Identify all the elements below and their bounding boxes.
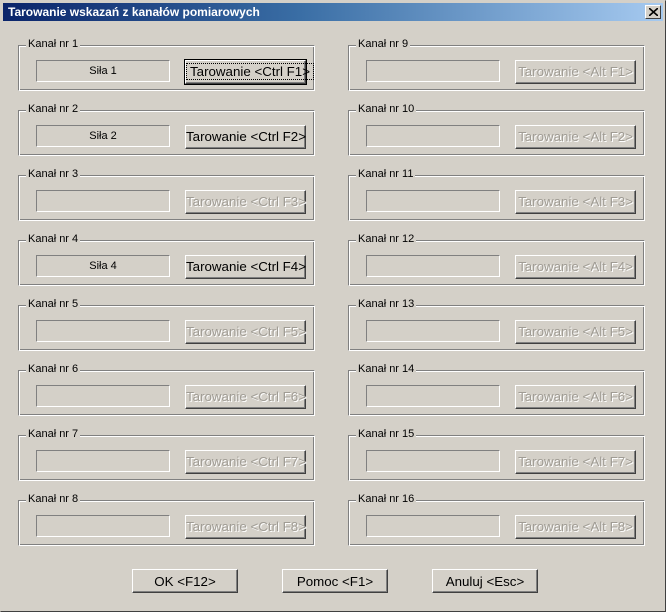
tare-button: Tarowanie <Ctrl F3> — [185, 190, 306, 214]
channel-label: Kanał nr 12 — [356, 233, 417, 245]
tare-button: Tarowanie <Alt F8> — [515, 515, 636, 539]
tare-button-label: Tarowanie <Alt F8> — [518, 519, 633, 534]
channel-label: Kanał nr 4 — [26, 233, 81, 245]
channel-label: Kanał nr 5 — [26, 298, 81, 310]
tare-button: Tarowanie <Ctrl F7> — [185, 450, 306, 474]
channel-value-field — [366, 320, 500, 342]
help-button[interactable]: Pomoc <F1> — [282, 569, 388, 593]
tare-button: Tarowanie <Alt F2> — [515, 125, 636, 149]
tare-button-label: Tarowanie <Alt F5> — [518, 324, 633, 339]
channel-label: Kanał nr 14 — [356, 363, 417, 375]
tare-button[interactable]: Tarowanie <Ctrl F2> — [185, 125, 306, 149]
dialog-window: Tarowanie wskazań z kanałów pomiarowych … — [0, 0, 666, 612]
tare-button[interactable]: Tarowanie <Ctrl F4> — [185, 255, 306, 279]
channel-value-field: Siła 4 — [36, 255, 170, 277]
channel-value-field — [366, 255, 500, 277]
tare-button[interactable]: Tarowanie <Ctrl F1> — [184, 59, 315, 85]
channel-label: Kanał nr 9 — [356, 38, 411, 50]
channel-label: Kanał nr 8 — [26, 493, 81, 505]
channel-label: Kanał nr 10 — [356, 103, 417, 115]
ok-button[interactable]: OK <F12> — [132, 569, 238, 593]
channel-group: Kanał nr 16 Tarowanie <Alt F8> — [348, 493, 645, 546]
channel-label: Kanał nr 16 — [356, 493, 417, 505]
tare-button-label: Tarowanie <Alt F3> — [518, 194, 633, 209]
tare-button-label: Tarowanie <Ctrl F6> — [186, 389, 307, 404]
close-icon — [649, 8, 658, 16]
channel-label: Kanał nr 3 — [26, 168, 81, 180]
tare-button-label: Tarowanie <Ctrl F7> — [186, 454, 307, 469]
tare-button: Tarowanie <Alt F3> — [515, 190, 636, 214]
channel-value-field: Siła 2 — [36, 125, 170, 147]
cancel-button[interactable]: Anuluj <Esc> — [432, 569, 538, 593]
channel-value-field: Siła 1 — [36, 60, 170, 82]
tare-button: Tarowanie <Ctrl F8> — [185, 515, 306, 539]
tare-button-label: Tarowanie <Alt F7> — [518, 454, 633, 469]
channel-label: Kanał nr 15 — [356, 428, 417, 440]
tare-button: Tarowanie <Alt F1> — [515, 60, 636, 84]
channel-value-field — [366, 385, 500, 407]
tare-button-label: Tarowanie <Alt F6> — [518, 389, 633, 404]
tare-button-label: Tarowanie <Alt F2> — [518, 129, 633, 144]
channel-group: Kanał nr 12 Tarowanie <Alt F4> — [348, 233, 645, 286]
tare-button-label: Tarowanie <Ctrl F2> — [186, 129, 307, 144]
channel-value-field — [366, 190, 500, 212]
channel-group: Kanał nr 9 Tarowanie <Alt F1> — [348, 38, 645, 91]
tare-button: Tarowanie <Ctrl F6> — [185, 385, 306, 409]
channel-value-field — [366, 450, 500, 472]
tare-button-label: Tarowanie <Ctrl F1> — [186, 63, 315, 80]
channel-label: Kanał nr 7 — [26, 428, 81, 440]
channel-group: Kanał nr 10 Tarowanie <Alt F2> — [348, 103, 645, 156]
tare-button: Tarowanie <Alt F7> — [515, 450, 636, 474]
tare-button-label: Tarowanie <Ctrl F4> — [186, 259, 307, 274]
tare-button-label: Tarowanie <Alt F4> — [518, 259, 633, 274]
title-bar[interactable]: Tarowanie wskazań z kanałów pomiarowych — [3, 3, 663, 21]
channel-group: Kanał nr 3 Tarowanie <Ctrl F3> — [18, 168, 315, 221]
channel-value-field — [36, 385, 170, 407]
channel-value-field — [366, 515, 500, 537]
channel-group: Kanał nr 15 Tarowanie <Alt F7> — [348, 428, 645, 481]
channel-value-field — [36, 190, 170, 212]
tare-button: Tarowanie <Alt F4> — [515, 255, 636, 279]
tare-button-label: Tarowanie <Ctrl F5> — [186, 324, 307, 339]
channel-group: Kanał nr 14 Tarowanie <Alt F6> — [348, 363, 645, 416]
close-button[interactable] — [645, 5, 661, 19]
channel-label: Kanał nr 13 — [356, 298, 417, 310]
tare-button-label: Tarowanie <Ctrl F3> — [186, 194, 307, 209]
channel-group: Kanał nr 1 Siła 1 Tarowanie <Ctrl F1> — [18, 38, 315, 91]
channel-value-field — [366, 125, 500, 147]
tare-button: Tarowanie <Alt F6> — [515, 385, 636, 409]
channel-group: Kanał nr 7 Tarowanie <Ctrl F7> — [18, 428, 315, 481]
channel-value-field — [36, 515, 170, 537]
channel-label: Kanał nr 6 — [26, 363, 81, 375]
channel-label: Kanał nr 1 — [26, 38, 81, 50]
channel-group: Kanał nr 11 Tarowanie <Alt F3> — [348, 168, 645, 221]
channel-value-field — [36, 450, 170, 472]
tare-button-label: Tarowanie <Alt F1> — [518, 64, 633, 79]
channel-group: Kanał nr 2 Siła 2 Tarowanie <Ctrl F2> — [18, 103, 315, 156]
channel-group: Kanał nr 6 Tarowanie <Ctrl F6> — [18, 363, 315, 416]
channel-group: Kanał nr 13 Tarowanie <Alt F5> — [348, 298, 645, 351]
channel-group: Kanał nr 4 Siła 4 Tarowanie <Ctrl F4> — [18, 233, 315, 286]
tare-button: Tarowanie <Alt F5> — [515, 320, 636, 344]
tare-button-label: Tarowanie <Ctrl F8> — [186, 519, 307, 534]
channel-label: Kanał nr 2 — [26, 103, 81, 115]
window-title: Tarowanie wskazań z kanałów pomiarowych — [8, 5, 260, 19]
channel-group: Kanał nr 5 Tarowanie <Ctrl F5> — [18, 298, 315, 351]
channel-group: Kanał nr 8 Tarowanie <Ctrl F8> — [18, 493, 315, 546]
channel-value-field — [366, 60, 500, 82]
tare-button: Tarowanie <Ctrl F5> — [185, 320, 306, 344]
channel-value-field — [36, 320, 170, 342]
channel-label: Kanał nr 11 — [356, 168, 416, 180]
